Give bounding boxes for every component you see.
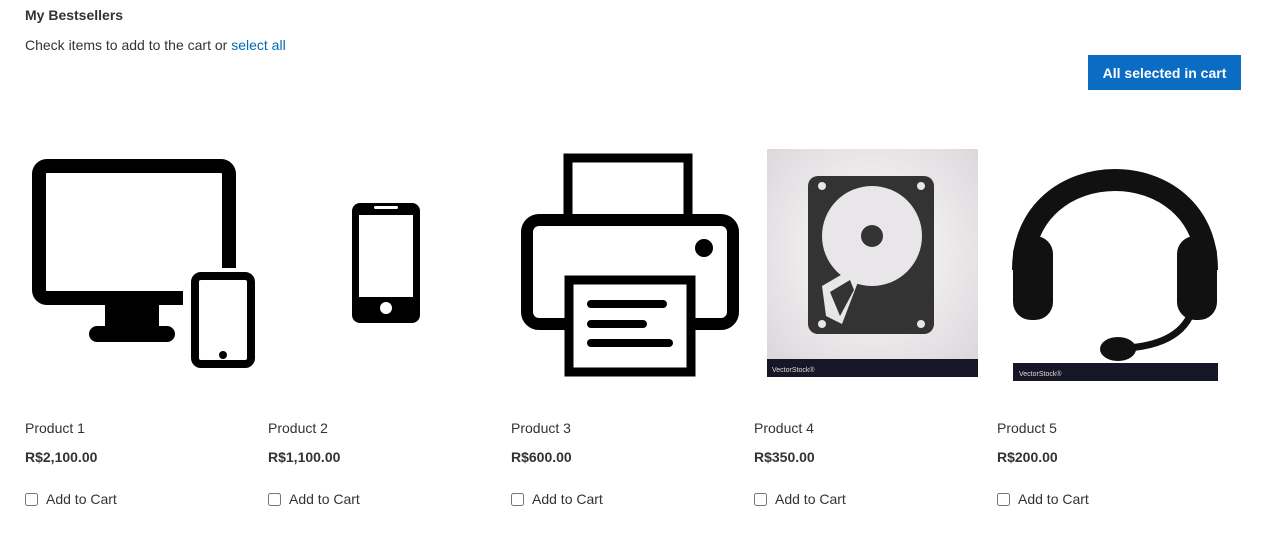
add-to-cart-label: Add to Cart [46, 491, 117, 507]
product-card: VectorStock® Product 5 R$200.00 Add to C… [997, 140, 1240, 520]
select-all-link[interactable]: select all [231, 37, 285, 53]
product-image[interactable]: VectorStock® [754, 140, 989, 385]
add-to-cart-checkbox[interactable] [25, 492, 38, 506]
add-to-cart-label: Add to Cart [1018, 491, 1089, 507]
add-to-cart-checkbox[interactable] [511, 492, 524, 506]
product-name[interactable]: Product 1 [25, 420, 85, 436]
product-name[interactable]: Product 5 [997, 420, 1057, 436]
printer-icon [521, 153, 739, 377]
add-to-cart-option[interactable]: Add to Cart [997, 491, 1089, 507]
product-price: R$350.00 [754, 449, 815, 465]
product-card: VectorStock® Product 4 R$350.00 Add to C… [754, 140, 997, 520]
watermark-text: VectorStock® [772, 366, 815, 374]
add-to-cart-label: Add to Cart [532, 491, 603, 507]
product-name[interactable]: Product 2 [268, 420, 328, 436]
add-to-cart-checkbox[interactable] [754, 492, 767, 506]
product-price: R$200.00 [997, 449, 1058, 465]
product-card: Product 1 R$2,100.00 Add to Cart [25, 140, 268, 520]
product-card: Product 3 R$600.00 Add to Cart [511, 140, 754, 520]
all-selected-in-cart-button[interactable]: All selected in cart [1088, 55, 1241, 90]
product-name[interactable]: Product 3 [511, 420, 571, 436]
headset-icon: VectorStock® [1012, 169, 1218, 381]
desktop-and-phone-icon [32, 159, 255, 368]
add-to-cart-label: Add to Cart [289, 491, 360, 507]
page-title: My Bestsellers [25, 7, 124, 23]
product-price: R$2,100.00 [25, 449, 98, 465]
product-price: R$600.00 [511, 449, 572, 465]
add-to-cart-checkbox[interactable] [997, 492, 1010, 506]
product-image[interactable] [511, 140, 746, 385]
add-to-cart-label: Add to Cart [775, 491, 846, 507]
product-price: R$1,100.00 [268, 449, 341, 465]
product-image[interactable]: VectorStock® [997, 140, 1232, 385]
instruction-label: Check items to add to the cart or [25, 37, 232, 53]
hard-drive-icon: VectorStock® [767, 149, 978, 377]
add-to-cart-option[interactable]: Add to Cart [25, 491, 117, 507]
product-image[interactable] [268, 140, 503, 385]
add-to-cart-option[interactable]: Add to Cart [754, 491, 846, 507]
add-to-cart-option[interactable]: Add to Cart [268, 491, 360, 507]
product-card: Product 2 R$1,100.00 Add to Cart [268, 140, 511, 520]
watermark-text: VectorStock® [1019, 370, 1062, 378]
product-name[interactable]: Product 4 [754, 420, 814, 436]
add-to-cart-option[interactable]: Add to Cart [511, 491, 603, 507]
add-to-cart-checkbox[interactable] [268, 492, 281, 506]
instruction-text: Check items to add to the cart or select… [25, 37, 286, 53]
smartphone-icon [352, 203, 420, 323]
product-image[interactable] [25, 140, 260, 385]
